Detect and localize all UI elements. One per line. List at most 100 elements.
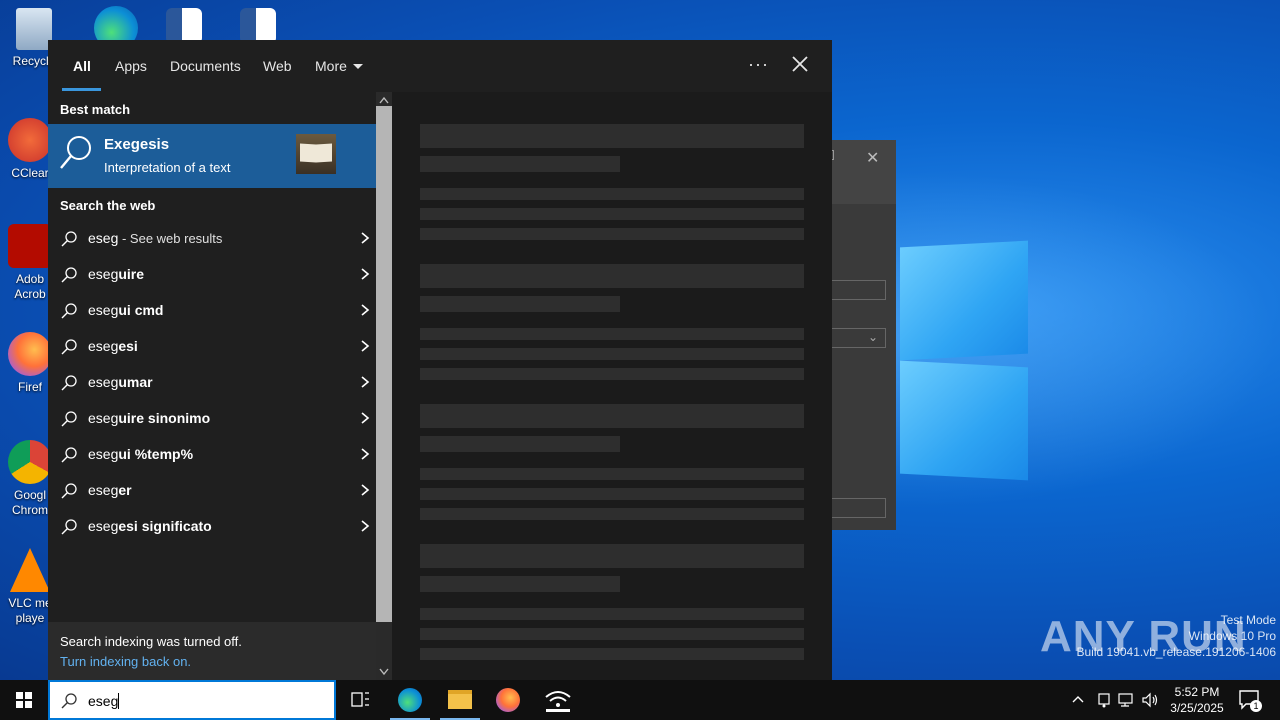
watermark: Test Mode Windows 10 Pro Build 19041.vb_… xyxy=(1077,612,1277,660)
web-suggestion-item[interactable]: esegesi significato xyxy=(48,508,376,544)
taskbar-search-input[interactable]: eseg xyxy=(48,680,336,720)
more-options-icon[interactable]: ··· xyxy=(748,54,769,75)
clock-time: 5:52 PM xyxy=(1174,685,1220,699)
vlc-icon xyxy=(10,548,50,592)
web-suggestion-item[interactable]: eseguire sinonimo xyxy=(48,400,376,436)
web-suggestion-text: esegumar xyxy=(88,374,153,390)
indexing-message: Search indexing was turned off. xyxy=(60,634,242,649)
web-suggestion-item[interactable]: esegumar xyxy=(48,364,376,400)
text-cursor xyxy=(118,693,120,709)
web-result-see-results[interactable]: eseg - See web results xyxy=(48,220,376,256)
suggestion-prefix: eseg xyxy=(88,374,119,390)
tab-more[interactable]: More xyxy=(315,58,363,74)
dialog-close-icon[interactable]: ✕ xyxy=(866,148,879,168)
suggestion-prefix: eseg xyxy=(88,266,119,282)
taskbar-clock[interactable]: 5:52 PM 3/25/2025 xyxy=(1160,684,1234,716)
web-suggestion-item[interactable]: esegui cmd xyxy=(48,292,376,328)
web-suggestion-text: esegui cmd xyxy=(88,302,163,318)
tab-more-label: More xyxy=(315,58,347,74)
loading-placeholder xyxy=(420,348,804,360)
watermark-line: Test Mode xyxy=(1220,613,1276,627)
tab-documents[interactable]: Documents xyxy=(170,58,241,74)
windows-start-icon[interactable] xyxy=(0,680,48,720)
tab-all[interactable]: All xyxy=(73,58,91,74)
search-icon xyxy=(61,447,77,463)
scroll-down-icon[interactable] xyxy=(379,668,389,676)
web-suggestion-item[interactable]: esegesi xyxy=(48,328,376,364)
loading-placeholder xyxy=(420,436,620,452)
ccleaner-icon xyxy=(8,118,52,162)
suggestion-prefix: eseg xyxy=(88,446,119,462)
word-doc-icon xyxy=(240,8,276,44)
dialog-field[interactable] xyxy=(832,498,886,518)
web-suggestion-item[interactable]: eseger xyxy=(48,472,376,508)
loading-placeholder xyxy=(420,628,804,640)
web-suggestion-text: eseger xyxy=(88,482,132,498)
volume-icon[interactable] xyxy=(1140,690,1160,710)
task-view-icon[interactable] xyxy=(336,680,384,720)
scroll-up-icon[interactable] xyxy=(379,96,389,104)
web-suggestion-item[interactable]: eseguire xyxy=(48,256,376,292)
taskbar-edge[interactable] xyxy=(386,680,434,720)
tab-apps[interactable]: Apps xyxy=(115,58,147,74)
book-thumbnail xyxy=(296,134,336,174)
watermark-line: Build 19041.vb_release.191206-1406 xyxy=(1076,645,1277,659)
results-list: Best match Exegesis Interpretation of a … xyxy=(48,92,376,680)
loading-placeholder xyxy=(420,648,804,660)
acrobat-icon xyxy=(8,224,52,268)
loading-placeholder xyxy=(420,188,804,200)
web-suggestion-text: eseguire xyxy=(88,266,144,282)
taskbar-file-explorer[interactable] xyxy=(436,680,484,720)
loading-placeholder xyxy=(420,576,620,592)
tab-web[interactable]: Web xyxy=(263,58,292,74)
loading-placeholder xyxy=(420,156,620,172)
search-query-text: eseg xyxy=(88,693,119,709)
search-input-value: eseg xyxy=(88,693,120,709)
best-match-item[interactable]: Exegesis Interpretation of a text xyxy=(48,124,376,188)
chrome-icon xyxy=(8,440,52,484)
search-icon xyxy=(61,303,77,319)
suggestion-completion: er xyxy=(118,482,132,498)
taskbar-network-app-icon[interactable] xyxy=(534,680,582,720)
web-suggestion-text: esegesi significato xyxy=(88,518,212,534)
chevron-right-icon xyxy=(361,484,370,496)
loading-placeholder xyxy=(420,488,804,500)
search-icon xyxy=(61,483,77,499)
loading-placeholder xyxy=(420,404,804,428)
best-match-subtitle: Interpretation of a text xyxy=(104,160,231,175)
active-tab-indicator xyxy=(62,88,101,91)
action-center-button[interactable]: 1 xyxy=(1236,688,1264,712)
chevron-right-icon xyxy=(361,304,370,316)
scrollbar-thumb[interactable] xyxy=(376,106,392,622)
search-icon xyxy=(61,693,77,709)
chevron-up-icon[interactable] xyxy=(1068,690,1088,710)
web-result-text: eseg - See web results xyxy=(88,230,222,246)
web-suggestion-text: eseguire sinonimo xyxy=(88,410,210,426)
close-icon[interactable] xyxy=(788,52,812,76)
chevron-right-icon xyxy=(361,448,370,460)
suggestion-completion: uire sinonimo xyxy=(118,410,211,426)
watermark-line: Windows 10 Pro xyxy=(1188,629,1276,643)
network-icon[interactable] xyxy=(1116,690,1136,710)
web-suffix: - See web results xyxy=(118,231,223,246)
search-icon xyxy=(61,375,77,391)
loading-placeholder xyxy=(420,508,804,520)
caret-down-icon xyxy=(352,64,363,69)
suggestion-completion: esi xyxy=(118,338,138,354)
loading-placeholder xyxy=(420,328,804,340)
loading-placeholder xyxy=(420,296,620,312)
dialog-field[interactable] xyxy=(832,280,886,300)
chevron-right-icon xyxy=(361,232,370,244)
device-icon[interactable] xyxy=(1094,690,1114,710)
loading-placeholder xyxy=(420,124,804,148)
results-scrollbar[interactable] xyxy=(376,92,392,680)
chevron-right-icon xyxy=(361,520,370,532)
taskbar-firefox[interactable] xyxy=(484,680,532,720)
web-suggestion-item[interactable]: esegui %temp% xyxy=(48,436,376,472)
search-icon xyxy=(61,519,77,535)
word-doc-icon xyxy=(166,8,202,44)
suggestion-prefix: eseg xyxy=(88,482,119,498)
loading-placeholder xyxy=(420,228,804,240)
search-icon xyxy=(61,231,77,247)
turn-indexing-on-link[interactable]: Turn indexing back on. xyxy=(60,654,191,669)
